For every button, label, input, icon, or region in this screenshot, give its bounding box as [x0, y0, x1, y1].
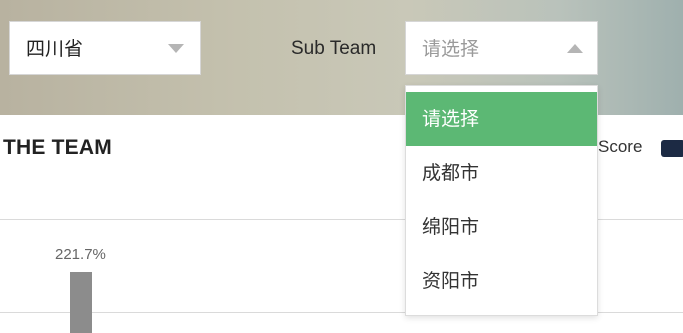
province-select[interactable]: 四川省 [9, 21, 201, 75]
province-select-value: 四川省 [26, 38, 84, 60]
legend-label: Score [598, 137, 643, 156]
subteam-label: Sub Team [291, 38, 377, 59]
chevron-down-icon [168, 44, 184, 53]
subteam-select[interactable]: 请选择 [405, 21, 598, 75]
section-title: THE TEAM [3, 136, 112, 159]
dropdown-option[interactable]: 请选择 [406, 92, 597, 146]
dropdown-option[interactable]: 绵阳市 [406, 200, 597, 254]
dropdown-option[interactable]: 成都市 [406, 146, 597, 200]
chart-bar [70, 272, 92, 333]
dropdown-option[interactable]: 资阳市 [406, 254, 597, 308]
bar-data-label: 221.7% [55, 246, 106, 263]
legend-swatch [661, 140, 683, 157]
chevron-up-icon [567, 44, 583, 53]
subteam-select-placeholder: 请选择 [422, 38, 480, 60]
subteam-dropdown: 请选择 成都市 绵阳市 资阳市 [405, 85, 598, 316]
